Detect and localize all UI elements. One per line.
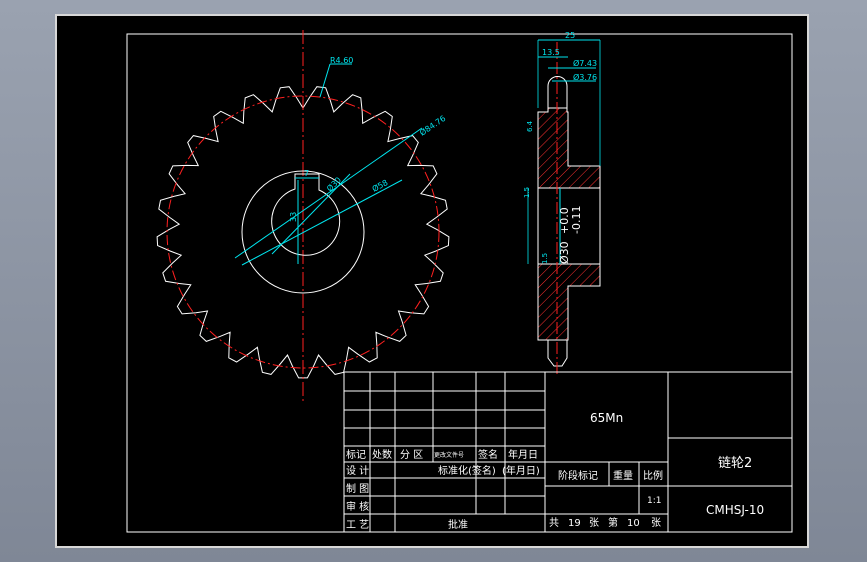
hdr-zone: 分 区 (400, 449, 423, 461)
scale-value: 1:1 (647, 496, 661, 506)
label-dia1: Ø7.43 (573, 58, 597, 68)
sheets-total: 19 (568, 518, 581, 529)
label-key-width: 7 (304, 169, 309, 178)
label-side-bore: Ø30 (558, 241, 571, 264)
sheet-no: 10 (627, 518, 640, 529)
stage-label: 阶段标记 (558, 469, 598, 482)
sheets-unit: 张 (589, 517, 599, 529)
row-design: 设 计 (346, 464, 369, 477)
label-left1: 6.4 (526, 120, 534, 132)
label-tol-lower: -0.11 (570, 206, 583, 234)
label-dia2: Ø3.76 (573, 72, 597, 82)
part-name: 链轮2 (718, 456, 752, 471)
title-block-text: 标记 处数 分 区 更改文件号 签名 年月日 设 计 制 图 审 核 工 艺 标… (346, 411, 764, 531)
row-check: 审 核 (346, 500, 369, 513)
dim-leader-r (319, 63, 331, 98)
label-outer-dia: Ø84.76 (418, 113, 448, 138)
row-process: 工 艺 (346, 519, 369, 531)
std-date-label: (年月日) (502, 464, 540, 477)
label-left2: 1.5 (523, 187, 531, 198)
weight-label: 重量 (613, 469, 633, 482)
label-bore-dia: Ø30 (324, 175, 343, 194)
hdr-sign: 签名 (478, 448, 498, 461)
material-value: 65Mn (590, 411, 623, 425)
section-lower (537, 263, 601, 341)
label-width-hub: 13.5 (542, 48, 560, 57)
std-label: 标准化(签名) (438, 464, 496, 477)
hdr-doc: 更改文件号 (434, 451, 464, 459)
sheet-unit2: 张 (651, 517, 661, 529)
sheets-total-label: 共 (549, 517, 559, 529)
drawing-number: CMHSJ-10 (706, 503, 764, 517)
label-key-depth: 33 (289, 212, 298, 222)
cad-viewport: R4.60 Ø84.76 Ø58 Ø30 7 33 25 13.5 Ø7.43 … (0, 0, 867, 562)
hdr-date: 年月日 (508, 448, 538, 461)
row-draw: 制 图 (346, 482, 369, 495)
hdr-mark: 标记 (346, 449, 366, 461)
dim-line-hub (241, 179, 403, 266)
label-width-total: 25 (565, 31, 575, 40)
drawing-sheet: R4.60 Ø84.76 Ø58 Ø30 7 33 25 13.5 Ø7.43 … (55, 14, 809, 548)
approve-label: 批准 (448, 518, 468, 531)
sprocket-front-view: R4.60 Ø84.76 Ø58 Ø30 7 33 (156, 30, 450, 402)
dim-line-outer (234, 127, 423, 259)
sprocket-section-view: 25 13.5 Ø7.43 Ø3.76 6.4 1.5 1.5 Ø30 +0.0… (523, 31, 601, 374)
section-upper (537, 107, 601, 189)
scale-label: 比例 (643, 469, 663, 482)
sheet-label: 第 (608, 516, 618, 529)
drawing-canvas: R4.60 Ø84.76 Ø58 Ø30 7 33 25 13.5 Ø7.43 … (126, 30, 793, 533)
label-left3: 1.5 (541, 253, 549, 264)
label-pitch-hole: R4.60 (330, 56, 353, 65)
hdr-count: 处数 (372, 448, 392, 461)
